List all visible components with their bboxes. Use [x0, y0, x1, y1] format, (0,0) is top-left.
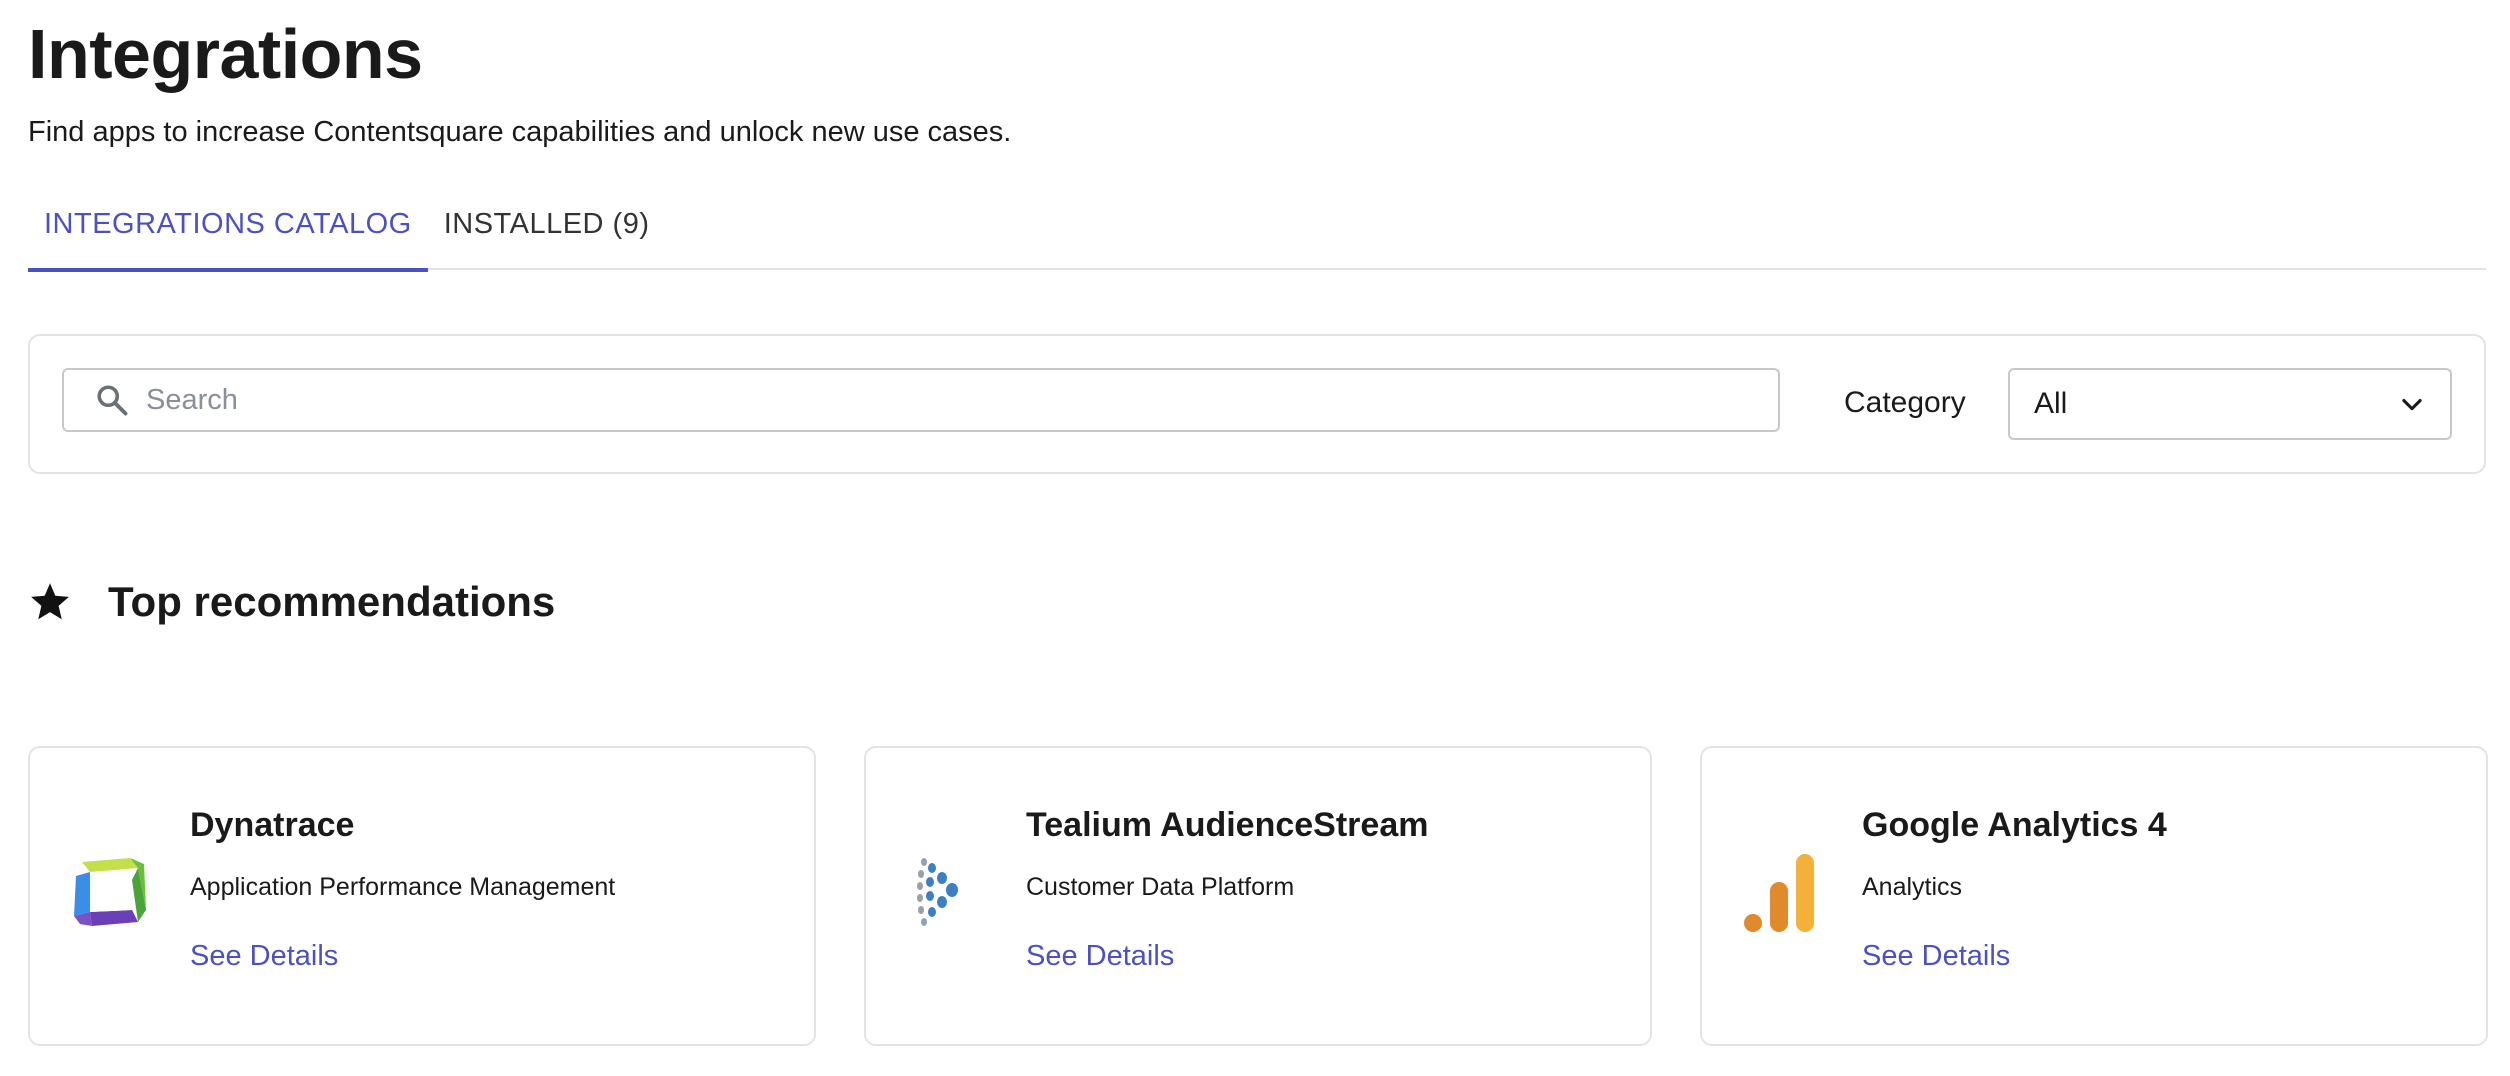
see-details-link[interactable]: See Details	[190, 940, 338, 973]
card-body: Tealium AudienceStream Customer Data Pla…	[1026, 806, 1428, 973]
chevron-down-icon	[2402, 398, 2422, 411]
category-selected-value: All	[2034, 387, 2068, 420]
tab-installed[interactable]: INSTALLED (9)	[428, 196, 666, 270]
integration-card-google-analytics-4[interactable]: Google Analytics 4 Analytics See Details	[1700, 746, 2488, 1046]
filter-bar: Category All	[28, 334, 2486, 474]
card-title: Google Analytics 4	[1862, 806, 2167, 844]
page-subtitle: Find apps to increase Contentsquare capa…	[28, 116, 1012, 148]
section-title: Top recommendations	[108, 578, 556, 625]
tealium-logo	[917, 858, 958, 926]
dynatrace-logo	[74, 858, 146, 926]
see-details-link[interactable]: See Details	[1026, 940, 1174, 973]
card-body: Dynatrace Application Performance Manage…	[190, 806, 615, 973]
recommendation-cards: Dynatrace Application Performance Manage…	[28, 746, 2488, 1046]
google-analytics-logo	[1744, 854, 1814, 932]
card-category: Analytics	[1862, 873, 1963, 901]
integrations-page: Integrations Find apps to increase Conte…	[0, 0, 2510, 1076]
card-title: Tealium AudienceStream	[1026, 806, 1429, 844]
page-title: Integrations	[28, 15, 423, 93]
category-select[interactable]: All	[2008, 368, 2452, 440]
see-details-link[interactable]: See Details	[1862, 940, 2010, 973]
card-category: Application Performance Management	[190, 873, 616, 901]
card-category: Customer Data Platform	[1026, 873, 1295, 901]
star-icon	[31, 583, 69, 620]
tab-bar: INTEGRATIONS CATALOG INSTALLED (9)	[28, 196, 2486, 272]
card-body: Google Analytics 4 Analytics See Details	[1862, 806, 2167, 973]
search-input[interactable]	[146, 383, 1746, 417]
search-box[interactable]	[62, 368, 1780, 432]
card-title: Dynatrace	[190, 806, 355, 844]
tab-integrations-catalog[interactable]: INTEGRATIONS CATALOG	[28, 196, 428, 272]
top-recommendations-header: Top recommendations	[28, 578, 555, 626]
category-label: Category	[1844, 386, 1966, 419]
integration-card-tealium[interactable]: Tealium AudienceStream Customer Data Pla…	[864, 746, 1652, 1046]
search-icon	[97, 385, 128, 416]
integration-card-dynatrace[interactable]: Dynatrace Application Performance Manage…	[28, 746, 816, 1046]
